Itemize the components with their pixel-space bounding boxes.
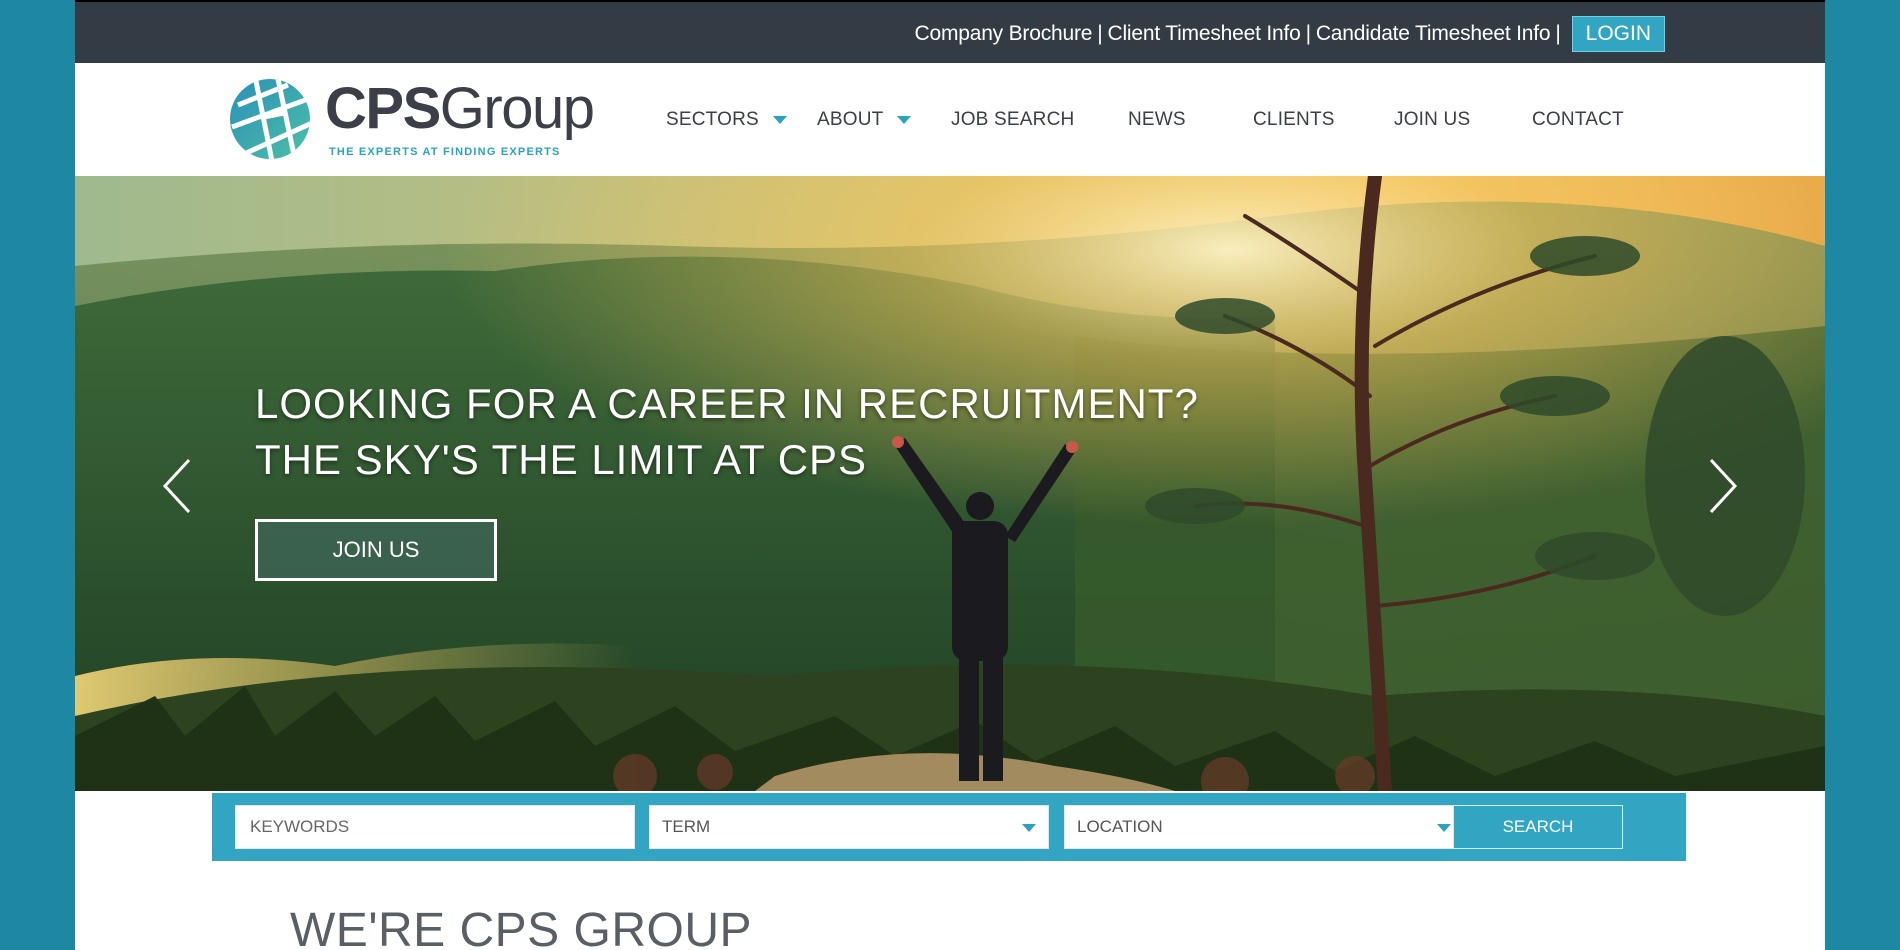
location-select[interactable]: LOCATION [1064,805,1464,849]
keywords-input[interactable] [248,816,634,838]
chevron-left-icon[interactable] [157,456,197,516]
hero-line-1: LOOKING FOR A CAREER IN RECRUITMENT? [255,380,1199,427]
nav-item-contact[interactable]: CONTACT [1532,105,1624,135]
page: Company Brochure | Client Timesheet Info… [75,0,1825,950]
main-nav: SECTORS ABOUT JOB SEARCH NEWS CLIENTS JO… [75,63,1825,176]
nav-item-label: CONTACT [1532,109,1624,130]
nav-item-job-search[interactable]: JOB SEARCH [951,105,1074,135]
nav-item-label: CLIENTS [1253,109,1335,130]
top-links: Company Brochure | Client Timesheet Info… [915,16,1665,52]
nav-item-news[interactable]: NEWS [1128,105,1186,135]
hero-headline: LOOKING FOR A CAREER IN RECRUITMENT? THE… [255,376,1199,488]
caret-down-icon [1022,824,1036,832]
chevron-right-svg [1709,458,1738,514]
login-button[interactable]: LOGIN [1571,16,1665,52]
nav-item-clients[interactable]: CLIENTS [1253,105,1335,135]
chevron-left-svg [162,458,191,514]
nav-item-label: ABOUT [817,109,884,130]
term-select[interactable]: TERM [649,805,1049,849]
nav-item-label: SECTORS [666,109,759,130]
nav-item-label: JOIN US [1394,109,1471,130]
section-title: WE'RE CPS GROUP [290,904,753,950]
nav-item-label: NEWS [1128,109,1186,130]
keywords-field[interactable] [235,805,635,849]
caret-down-icon [1437,824,1451,832]
company-brochure-link[interactable]: Company Brochure [915,22,1093,46]
location-select-value: LOCATION [1077,817,1163,836]
term-select-value: TERM [662,817,711,836]
top-utility-bar: Company Brochure | Client Timesheet Info… [75,0,1825,63]
hero-line-2: THE SKY'S THE LIMIT AT CPS [255,436,868,483]
site-header: CPSGroup THE EXPERTS AT FINDING EXPERTS … [75,63,1825,176]
nav-item-sectors[interactable]: SECTORS [666,105,787,135]
candidate-timesheet-link[interactable]: Candidate Timesheet Info [1316,22,1551,46]
separator: | [1097,22,1103,45]
client-timesheet-link[interactable]: Client Timesheet Info [1108,22,1301,46]
search-button[interactable]: SEARCH [1453,805,1623,849]
nav-item-about[interactable]: ABOUT [817,105,912,135]
hero-slider: LOOKING FOR A CAREER IN RECRUITMENT? THE… [75,176,1825,791]
nav-item-label: JOB SEARCH [951,109,1075,130]
job-search-bar: TERM LOCATION SEARCH [212,793,1686,861]
caret-down-icon [772,116,787,124]
separator: | [1555,22,1561,45]
nav-item-join-us[interactable]: JOIN US [1394,105,1470,135]
separator: | [1305,22,1311,45]
join-us-button[interactable]: JOIN US [255,519,497,581]
chevron-right-icon[interactable] [1703,456,1743,516]
caret-down-icon [897,116,912,124]
